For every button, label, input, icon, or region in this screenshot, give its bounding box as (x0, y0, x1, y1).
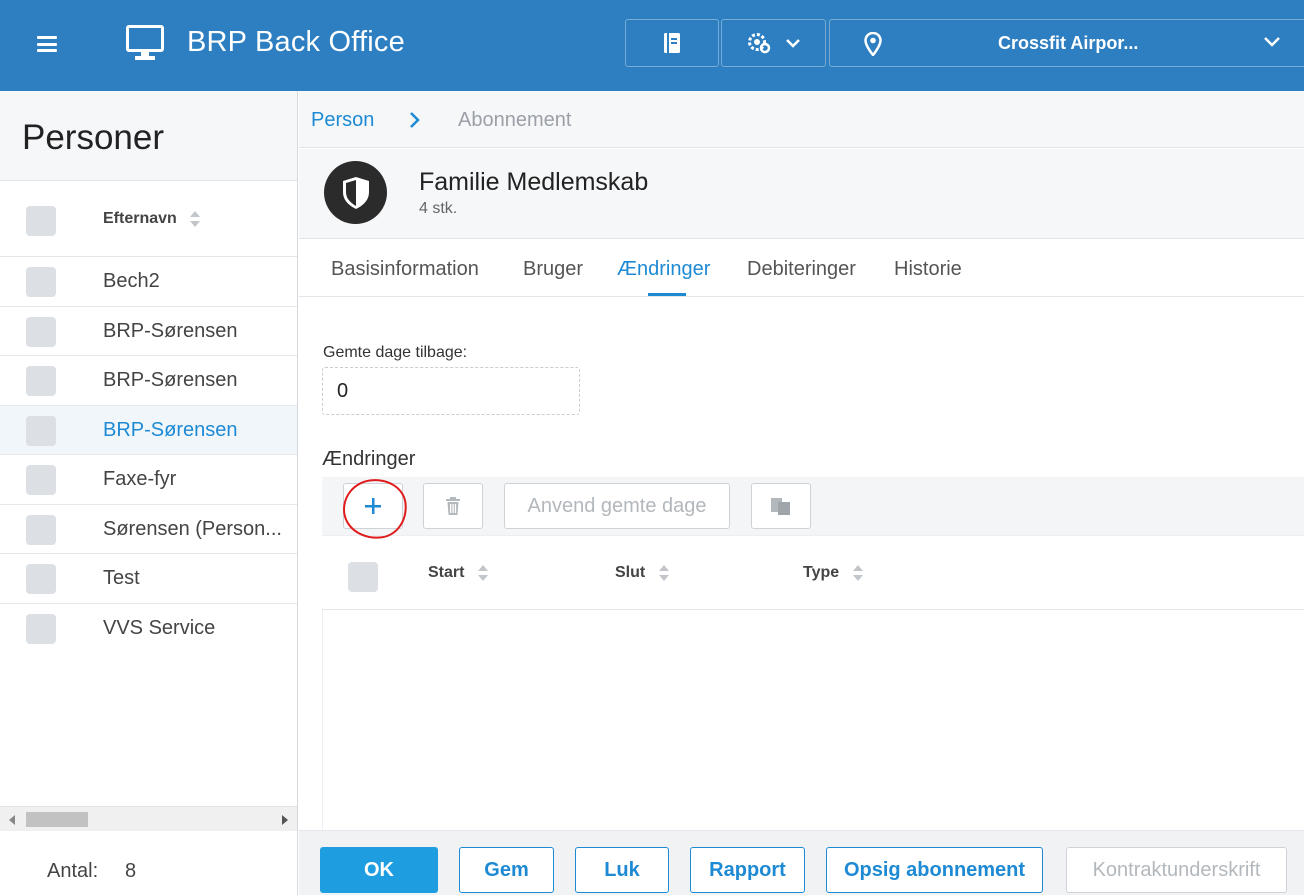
location-pin-icon (864, 32, 882, 56)
add-change-button[interactable] (343, 483, 403, 529)
saved-days-label: Gemte dage tilbage: (323, 344, 468, 361)
saved-days-input[interactable]: 0 (322, 367, 580, 415)
row-checkbox[interactable] (26, 514, 56, 545)
location-selector[interactable]: Crossfit Airpor... (829, 19, 1304, 67)
column-start[interactable]: Start (428, 564, 489, 582)
person-row[interactable]: BRP-Sørensen (0, 356, 297, 406)
chevron-down-icon (785, 39, 800, 48)
row-checkbox[interactable] (26, 415, 56, 446)
row-checkbox[interactable] (26, 316, 56, 347)
changes-section-title: Ændringer (322, 448, 416, 470)
tab-bruger[interactable]: Bruger (523, 258, 583, 281)
subscription-panel: Person Abonnement Familie Medlemskab 4 s… (299, 91, 1304, 895)
person-lastname: VVS Service (103, 616, 216, 639)
persons-panel: Personer Efternavn Bech2 BRP-Sørensen BR… (0, 91, 298, 895)
select-all-changes-checkbox[interactable] (348, 562, 378, 592)
copy-icon (771, 498, 790, 515)
column-type-label: Type (803, 564, 840, 582)
location-name: Crossfit Airpor... (998, 33, 1139, 53)
apply-saved-days-button[interactable]: Anvend gemte dage (504, 483, 730, 529)
row-checkbox[interactable] (26, 267, 56, 297)
active-tab-indicator (648, 293, 686, 296)
subscription-header: Familie Medlemskab 4 stk. (299, 149, 1304, 239)
sort-icon (190, 211, 201, 227)
column-start-label: Start (428, 564, 465, 582)
settings-dropdown-button[interactable] (721, 19, 826, 67)
tab-basisinformation[interactable]: Basisinformation (331, 258, 479, 281)
trash-icon (446, 497, 460, 515)
person-lastname: BRP-Sørensen (103, 418, 238, 441)
plus-icon (365, 498, 381, 514)
tab-debiteringer[interactable]: Debiteringer (747, 258, 856, 281)
person-row[interactable]: BRP-Sørensen (0, 307, 297, 356)
row-checkbox[interactable] (26, 564, 56, 594)
subscription-count: 4 stk. (419, 200, 458, 217)
person-lastname: BRP-Sørensen (103, 319, 238, 342)
person-lastname: Sørensen (Person... (103, 517, 282, 540)
column-slut[interactable]: Slut (615, 564, 670, 582)
person-lastname: Test (103, 567, 140, 589)
breadcrumb-current: Abonnement (458, 109, 572, 131)
person-row[interactable]: Faxe-fyr (0, 455, 297, 505)
close-button[interactable]: Luk (575, 847, 669, 893)
person-lastname: Bech2 (103, 270, 160, 292)
copy-button[interactable] (751, 483, 811, 529)
app-title: BRP Back Office (187, 26, 405, 58)
notebook-button[interactable] (625, 19, 719, 67)
scrollbar-thumb[interactable] (26, 812, 88, 827)
top-bar: BRP Back Office Crossfit Airpor... (0, 0, 1304, 91)
horizontal-scrollbar[interactable] (0, 806, 297, 831)
chevron-right-icon (410, 112, 420, 128)
ok-button[interactable]: OK (320, 847, 438, 893)
persons-title: Personer (0, 91, 297, 181)
shield-icon (342, 176, 369, 209)
persons-column-header: Efternavn (0, 182, 297, 257)
notebook-icon (664, 33, 680, 53)
breadcrumb-person-link[interactable]: Person (311, 109, 374, 132)
changes-toolbar: Anvend gemte dage (322, 477, 1304, 535)
count-value: 8 (125, 860, 137, 882)
lastname-column[interactable]: Efternavn (103, 210, 201, 228)
person-row[interactable]: Bech2 (0, 257, 297, 307)
count-label: Antal: (47, 860, 99, 882)
footer-actions: OK Gem Luk Rapport Opsig abonnement Kont… (299, 830, 1304, 895)
tab-bar: Basisinformation Bruger Ændringer Debite… (299, 239, 1304, 297)
delete-change-button[interactable] (423, 483, 483, 529)
sort-icon (658, 565, 669, 581)
person-lastname: BRP-Sørensen (103, 369, 238, 391)
save-button[interactable]: Gem (459, 847, 554, 893)
scroll-right-arrow[interactable] (282, 815, 288, 825)
row-checkbox[interactable] (26, 366, 56, 396)
changes-grid-header: Start Slut Type (322, 535, 1304, 610)
chevron-down-icon (1264, 37, 1280, 47)
contract-signature-button[interactable]: Kontraktunderskrift (1066, 847, 1287, 893)
person-row[interactable]: Sørensen (Person... (0, 505, 297, 554)
changes-grid-body (322, 610, 1304, 830)
column-slut-label: Slut (615, 564, 646, 582)
person-row[interactable]: Test (0, 554, 297, 604)
row-checkbox[interactable] (26, 465, 56, 495)
menu-icon[interactable] (37, 36, 57, 52)
monitor-icon (126, 25, 164, 60)
scroll-left-arrow[interactable] (9, 815, 15, 825)
cancel-subscription-button[interactable]: Opsig abonnement (826, 847, 1043, 893)
select-all-checkbox[interactable] (26, 206, 56, 236)
tab-aendringer[interactable]: Ændringer (617, 258, 710, 281)
gears-icon (747, 33, 770, 54)
subscription-title: Familie Medlemskab (419, 168, 649, 196)
sort-icon (477, 565, 488, 581)
report-button[interactable]: Rapport (690, 847, 805, 893)
row-checkbox[interactable] (26, 613, 56, 644)
person-row[interactable]: VVS Service (0, 604, 297, 654)
sort-icon (852, 565, 863, 581)
person-row-selected[interactable]: BRP-Sørensen (0, 405, 297, 455)
tab-historie[interactable]: Historie (894, 258, 962, 281)
person-lastname: Faxe-fyr (103, 468, 177, 490)
breadcrumb: Person Abonnement (299, 91, 1304, 148)
lastname-column-label: Efternavn (103, 210, 177, 228)
shield-avatar (324, 161, 387, 224)
column-type[interactable]: Type (803, 564, 864, 582)
